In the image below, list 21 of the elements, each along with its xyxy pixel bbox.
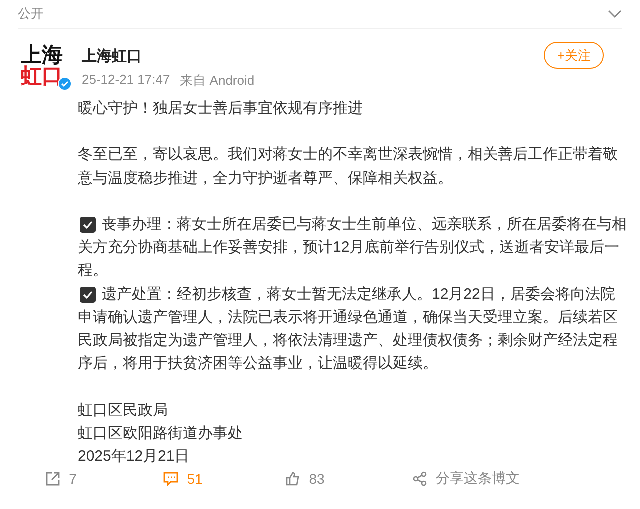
post-time[interactable]: 25-12-21 17:47 [82, 72, 170, 90]
visibility-label: 公开 [18, 5, 44, 23]
signature-line: 虹口区欧阳路街道办事处 [78, 424, 244, 444]
like-button[interactable]: 83 [244, 470, 366, 488]
repost-icon [45, 471, 62, 488]
share-button[interactable]: 分享这条博文 [366, 470, 566, 488]
share-icon [412, 471, 428, 488]
signature-line: 虹口区民政局 [78, 400, 169, 421]
author-name[interactable]: 上海虹口 [82, 47, 544, 66]
post-paragraph: 冬至已至，寄以哀思。我们对蒋女士的不幸离世深表惋惜，相关善后工作正带着敬意与温度稳步推进，全力守护逝者尊严、保障相关权益。 [78, 145, 619, 189]
repost-button[interactable]: 7 [0, 470, 122, 488]
follow-button[interactable]: +关注 [544, 42, 604, 69]
signature-line: 2025年12月21日 [78, 447, 191, 467]
post-title: 暖心守护！独居女士善后事宜依规有序推进 [78, 99, 364, 119]
post-paragraph: 遗产处置：经初步核查，蒋女士暂无法定继承人。12月22日，居委会将向法院申请确认遗产管理人，法院已表示将开通绿色通道，确保当天受理立案。后续若区民政局被指定为遗产管理人，将依法清理遗产、处理债权债务；剩余财产经法定程序后，将用于扶贫济困等公益事业，让温暖得以延续。 [78, 286, 618, 372]
post-paragraph: 丧事办理：蒋女士所在居委已与蒋女士生前单位、远亲联系，所在居委将在与相关方充分协商基础上作妥善安排，预计12月底前举行告别仪式，送逝者安详最后一程。 [78, 216, 627, 280]
post-source: 来自 Android [180, 72, 255, 90]
comment-icon [163, 471, 180, 488]
chevron-down-icon[interactable] [608, 9, 622, 19]
comment-button[interactable]: 51 [122, 470, 244, 488]
thumbs-up-icon [285, 471, 302, 488]
